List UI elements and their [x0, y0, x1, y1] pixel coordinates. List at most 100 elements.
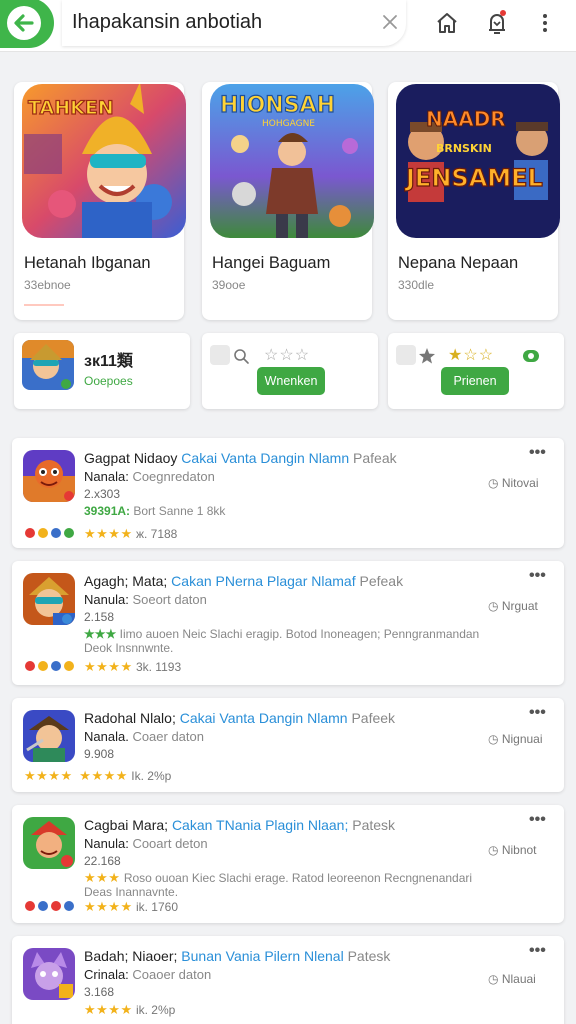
app-genre: Coaer daton: [132, 729, 204, 744]
clear-icon[interactable]: [380, 12, 400, 32]
game-artwork: TAHKEN: [22, 84, 186, 238]
featured-title: Hetanah Ibganan: [24, 254, 151, 272]
search-bar[interactable]: Ihapakansin anbotiah: [62, 0, 406, 46]
publisher: Pafeak: [353, 450, 397, 466]
featured-card[interactable]: TAHKEN Hetanah Ibganan 33ebnoe: [14, 82, 186, 320]
rating-count: 3k. 1193: [135, 660, 182, 674]
install-button[interactable]: Prienen: [441, 367, 509, 395]
developer-link[interactable]: Cakan PNerna Plagar Nlamaf: [171, 573, 355, 589]
publisher: Patesk: [352, 817, 396, 833]
featured-art-text: HIONSAH: [220, 93, 335, 118]
featured-art-text-secondary: JENSAMEL: [404, 164, 543, 192]
status-label: ◷ Nignuai: [488, 732, 543, 746]
featured-card[interactable]: NAADR BRNSKIN JENSAMEL Nepana Nepaan 330…: [388, 82, 560, 320]
app-name: Badah; Niaoer;: [84, 948, 178, 964]
star-rating: ★★★★: [84, 899, 133, 914]
featured-subtitle: 33ebnoe: [24, 278, 71, 292]
list-item[interactable]: Badah; Niaoer; Bunan Vania Pilern Nlenal…: [12, 936, 564, 1024]
description-line: Roso ouoan Kiec Slachi erage. Ratod leor…: [123, 871, 473, 885]
status-label: ◷ Nitovai: [488, 476, 539, 490]
quick-card[interactable]: ☆☆☆ Wnenken: [202, 333, 378, 409]
app-subtitle: Nanula:: [84, 592, 129, 607]
quick-card[interactable]: ★☆☆ Prienen: [388, 333, 564, 409]
home-icon[interactable]: [434, 10, 460, 36]
star-rating: ★★★★: [24, 768, 73, 783]
status-label: ◷ Nibnot: [488, 843, 537, 857]
app-name: Gagpat Nidaoy: [84, 450, 178, 466]
featured-card[interactable]: HIONSAH HOHGAGNE Hangei Baguam 39ooe: [202, 82, 374, 320]
download-count: 2.158: [84, 610, 115, 624]
app-subtitle: Nanula:: [84, 836, 129, 851]
game-icon: [23, 948, 75, 1000]
quick-card-title: зк11類: [84, 353, 133, 370]
star-icon: [418, 347, 436, 365]
publisher: Patesk: [347, 948, 391, 964]
status-label: ◷ Nlauai: [488, 972, 536, 986]
badge-dots: [25, 528, 74, 538]
more-horiz-icon[interactable]: •••: [529, 943, 551, 959]
list-item[interactable]: Gagpat Nidaoy Cakai Vanta Dangin Nlamn P…: [12, 438, 564, 548]
description-stars: ★★★: [84, 870, 121, 885]
rating-count: ж. 7188: [135, 527, 178, 541]
rating-row: ★★★★ ж. 7188: [84, 526, 177, 544]
star-rating: ★★★★: [84, 659, 133, 674]
toggle-icon[interactable]: [523, 350, 539, 362]
description-line: Deas Inannavnte.: [84, 885, 179, 899]
featured-subtitle: 39ooe: [212, 278, 246, 292]
game-artwork: HIONSAH HOHGAGNE: [210, 84, 374, 238]
list-item-text: Radohal Nlalo; Cakai Vanta Dangin Nlamn …: [84, 710, 484, 764]
search-input[interactable]: Ihapakansin anbotiah: [72, 11, 262, 34]
publisher: Pefeak: [359, 573, 404, 589]
download-count: 3.168: [84, 985, 115, 999]
description-stars: ★★★: [84, 627, 117, 641]
list-item[interactable]: Cagbai Marа; Cakan TNania Plagin Nlaan; …: [12, 805, 564, 923]
notification-badge: [500, 10, 506, 16]
developer-link[interactable]: Cakai Vanta Dangin Nlamn: [180, 710, 348, 726]
badge-dots: [25, 661, 74, 671]
list-item-text: Badah; Niaoer; Bunan Vania Pilern Nlenal…: [84, 948, 484, 1020]
developer-link[interactable]: Cakan TNania Plagin Nlaan;: [172, 817, 348, 833]
app-genre: Cooart deton: [132, 836, 208, 851]
developer-link[interactable]: Cakai Vanta Dangin Nlamn: [181, 450, 349, 466]
description-line: Deok Insnnwnte.: [84, 641, 174, 655]
highlight-text: 39391A:: [84, 504, 131, 518]
app-subtitle: Nanala.: [84, 729, 129, 744]
app-genre: Coegnredaton: [132, 469, 215, 484]
rating-row: ★★★★ 3k. 1193: [84, 659, 181, 677]
featured-title: Hangei Baguam: [212, 254, 331, 272]
star-rating: ★☆☆: [448, 347, 495, 364]
star-rating: ★★★★: [84, 1002, 133, 1017]
rating-row: ★★★★ ik. 1760: [84, 899, 178, 917]
featured-art-text: NAADR: [426, 107, 506, 131]
download-count: 9.908: [84, 747, 115, 761]
back-button[interactable]: [0, 0, 54, 48]
more-horiz-icon[interactable]: •••: [529, 445, 551, 461]
notification-icon[interactable]: [484, 10, 510, 36]
more-horiz-icon[interactable]: •••: [529, 568, 551, 584]
install-button[interactable]: Wnenken: [257, 367, 325, 395]
more-horiz-icon[interactable]: •••: [529, 705, 551, 721]
app-subtitle: Crinala:: [84, 967, 129, 982]
list-item-text: Cagbai Marа; Cakan TNania Plagin Nlaan; …: [84, 817, 484, 899]
featured-subtitle: 330dle: [398, 278, 435, 292]
app-name: Agagh; Matа;: [84, 573, 168, 589]
more-vert-icon[interactable]: [532, 10, 558, 36]
featured-art-subtext: BRNSKIN: [436, 142, 492, 155]
app-genre: Soeort daton: [132, 592, 207, 607]
back-arrow-icon: [7, 6, 41, 40]
quick-card[interactable]: зк11類 Ooepoes: [14, 333, 190, 409]
list-item[interactable]: Agagh; Matа; Cakan PNerna Plagar Nlamaf …: [12, 561, 564, 685]
app-name: Cagbai Marа;: [84, 817, 169, 833]
featured-title: Nepana Nepaan: [398, 254, 519, 272]
top-bar: Ihapakansin anbotiah: [0, 0, 576, 52]
developer-link[interactable]: Bunan Vania Pilern Nlenal: [181, 948, 343, 964]
game-icon: [23, 573, 75, 625]
list-item[interactable]: Radohal Nlalo; Cakai Vanta Dangin Nlamn …: [12, 698, 564, 792]
rating-row: ★★★★ ik. 2%p: [84, 1002, 484, 1020]
rating-count: ik. 1760: [135, 900, 178, 914]
rating-count: Ik. 2%p: [131, 769, 172, 783]
featured-accent-line: [24, 304, 64, 306]
search-icon: [232, 347, 250, 365]
rating-count: ik. 2%p: [135, 1003, 176, 1017]
more-horiz-icon[interactable]: •••: [529, 812, 551, 828]
